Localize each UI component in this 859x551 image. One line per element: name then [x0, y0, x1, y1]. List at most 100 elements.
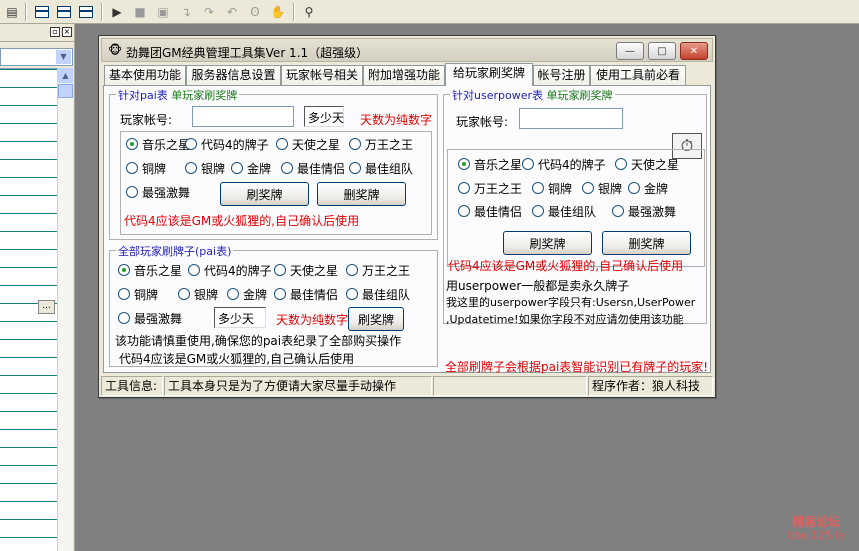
minimize-button[interactable]: — [616, 42, 644, 60]
stop-icon[interactable]: ■ [131, 3, 149, 21]
step-into-icon[interactable]: ↴ [177, 3, 195, 21]
radio-silver[interactable]: 银牌 [185, 160, 225, 176]
add-medal-all-button[interactable]: 刷奖牌 [348, 307, 404, 331]
radio-label: 代码4的牌子 [201, 137, 269, 152]
ellipsis-button[interactable]: ... [38, 300, 55, 314]
radio-king-of-kings[interactable]: 万王之王 [349, 136, 413, 152]
radio-strongest-dance-up[interactable]: 最强激舞 [612, 203, 676, 219]
days-hint: 天数为纯数字 [360, 113, 433, 127]
radio-dot [227, 288, 239, 300]
toggle-breakpoint-icon[interactable]: ʘ [246, 3, 264, 21]
object-combo[interactable]: ▼ [0, 48, 73, 66]
tab-basic[interactable]: 基本使用功能 [104, 65, 186, 85]
days-input-all[interactable]: 多少天 [214, 307, 266, 328]
maximize-button[interactable]: □ [648, 42, 676, 60]
radio-music-star-up[interactable]: 音乐之星 [458, 156, 522, 172]
userpower-delete-button[interactable]: 删奖牌 [602, 231, 691, 255]
grid-icon[interactable] [33, 3, 51, 21]
radio-silver-all[interactable]: 银牌 [178, 286, 218, 302]
window-titlebar[interactable]: 🐵 劲舞团GM经典管理工具集Ver 1.1（超强级） — □ ✕ [101, 38, 713, 62]
radio-gold-up[interactable]: 金牌 [628, 180, 668, 196]
pause-icon[interactable]: ▣ [154, 3, 172, 21]
radio-strongest-dance-all[interactable]: 最强激舞 [118, 310, 182, 326]
radio-king-of-kings-all[interactable]: 万王之王 [346, 262, 410, 278]
list-row-line [0, 321, 57, 322]
radio-king-of-kings-up[interactable]: 万王之王 [458, 180, 522, 196]
form-layout-icon[interactable]: ▤ [3, 3, 21, 21]
radio-strongest-dance[interactable]: 最强激舞 [126, 184, 190, 200]
tab-account[interactable]: 玩家帐号相关 [281, 65, 363, 85]
chevron-down-icon[interactable]: ▼ [56, 50, 71, 64]
radio-music-star[interactable]: 音乐之星 [126, 136, 190, 152]
account-label: 玩家帐号: [120, 113, 173, 127]
tab-strip: 基本使用功能 服务器信息设置 玩家帐号相关 附加增强功能 给玩家刷奖牌 帐号注册… [104, 63, 712, 86]
radio-angel-star-all[interactable]: 天使之星 [274, 262, 338, 278]
left-pane-scrollbar[interactable]: ▲ [57, 68, 73, 551]
radio-label: 代码4的牌子 [204, 263, 272, 278]
radio-gold[interactable]: 金牌 [231, 160, 271, 176]
radio-label: 银牌 [201, 161, 226, 176]
radio-best-couple-up[interactable]: 最佳情侣 [458, 203, 522, 219]
radio-silver-up[interactable]: 银牌 [582, 180, 622, 196]
delete-medal-button[interactable]: 删奖牌 [317, 182, 406, 206]
account-input[interactable] [192, 106, 294, 127]
radio-best-team-all[interactable]: 最佳组队 [346, 286, 410, 302]
radio-angel-star[interactable]: 天使之星 [276, 136, 340, 152]
watch-icon[interactable]: ⚲ [300, 3, 318, 21]
radio-best-team-up[interactable]: 最佳组队 [532, 203, 596, 219]
grid-icon[interactable] [77, 3, 95, 21]
status-label: 工具信息: [101, 376, 163, 396]
tab-medal[interactable]: 给玩家刷奖牌 [445, 63, 533, 86]
radio-label: 天使之星 [631, 157, 680, 172]
userpower-group: 针对userpower表 单玩家刷奖牌 玩家帐号: ⏱ 音乐之星 代码4的牌子 … [443, 87, 707, 326]
scroll-thumb[interactable] [58, 84, 73, 98]
radio-bronze-all[interactable]: 铜牌 [118, 286, 158, 302]
step-out-icon[interactable]: ↶ [223, 3, 241, 21]
radio-label: 铜牌 [142, 161, 167, 176]
step-over-icon[interactable]: ↷ [200, 3, 218, 21]
grid-icon[interactable] [55, 3, 73, 21]
group-title-table: 针对userpower表 [452, 89, 543, 102]
list-row-line [0, 249, 57, 250]
radio-bronze[interactable]: 铜牌 [126, 160, 166, 176]
tab-readme[interactable]: 使用工具前必看 [590, 65, 686, 85]
radio-dot [118, 264, 130, 276]
close-icon[interactable]: × [62, 27, 72, 37]
radio-code4-all[interactable]: 代码4的牌子 [188, 262, 272, 278]
radio-music-star-all[interactable]: 音乐之星 [118, 262, 182, 278]
radio-code4[interactable]: 代码4的牌子 [185, 136, 269, 152]
run-icon[interactable]: ▶ [108, 3, 126, 21]
userpower-group-title: 针对userpower表 单玩家刷奖牌 [450, 87, 615, 103]
days-input[interactable]: 多少天 [304, 106, 344, 127]
scroll-up-icon[interactable]: ▲ [58, 68, 73, 83]
host-toolbar: ▤ ▶ ■ ▣ ↴ ↷ ↶ ʘ ✋ ⚲ [0, 0, 859, 24]
radio-label: 最佳情侣 [297, 161, 346, 176]
tab-server[interactable]: 服务器信息设置 [186, 65, 281, 85]
userpower-account-input[interactable] [519, 108, 623, 129]
single-pai-warning: 代码4应该是GM或火狐狸的,自己确认后使用 [124, 214, 360, 228]
radio-angel-star-up[interactable]: 天使之星 [615, 156, 679, 172]
userpower-add-button[interactable]: 刷奖牌 [503, 231, 592, 255]
radio-best-team[interactable]: 最佳组队 [349, 160, 413, 176]
radio-code4-up[interactable]: 代码4的牌子 [522, 156, 606, 172]
tab-extra[interactable]: 附加增强功能 [363, 65, 445, 85]
radio-dot [118, 312, 130, 324]
list-row-line [0, 483, 57, 484]
hand-icon[interactable]: ✋ [269, 3, 287, 21]
radio-gold-all[interactable]: 金牌 [227, 286, 267, 302]
radio-label: 银牌 [598, 181, 623, 196]
add-medal-button[interactable]: 刷奖牌 [220, 182, 309, 206]
close-button[interactable]: ✕ [680, 42, 708, 60]
pin-icon[interactable]: ▫ [50, 27, 60, 37]
tab-register[interactable]: 帐号注册 [533, 65, 590, 85]
radio-dot [532, 205, 544, 217]
radio-bronze-up[interactable]: 铜牌 [532, 180, 572, 196]
radio-label: 金牌 [247, 161, 272, 176]
radio-dot [582, 182, 594, 194]
toolbar-separator [25, 3, 27, 21]
list-row-line [0, 285, 57, 286]
radio-best-couple[interactable]: 最佳情侣 [281, 160, 345, 176]
group-title-table: 针对pai表 [118, 89, 168, 102]
radio-dot [458, 158, 470, 170]
radio-best-couple-all[interactable]: 最佳情侣 [274, 286, 338, 302]
